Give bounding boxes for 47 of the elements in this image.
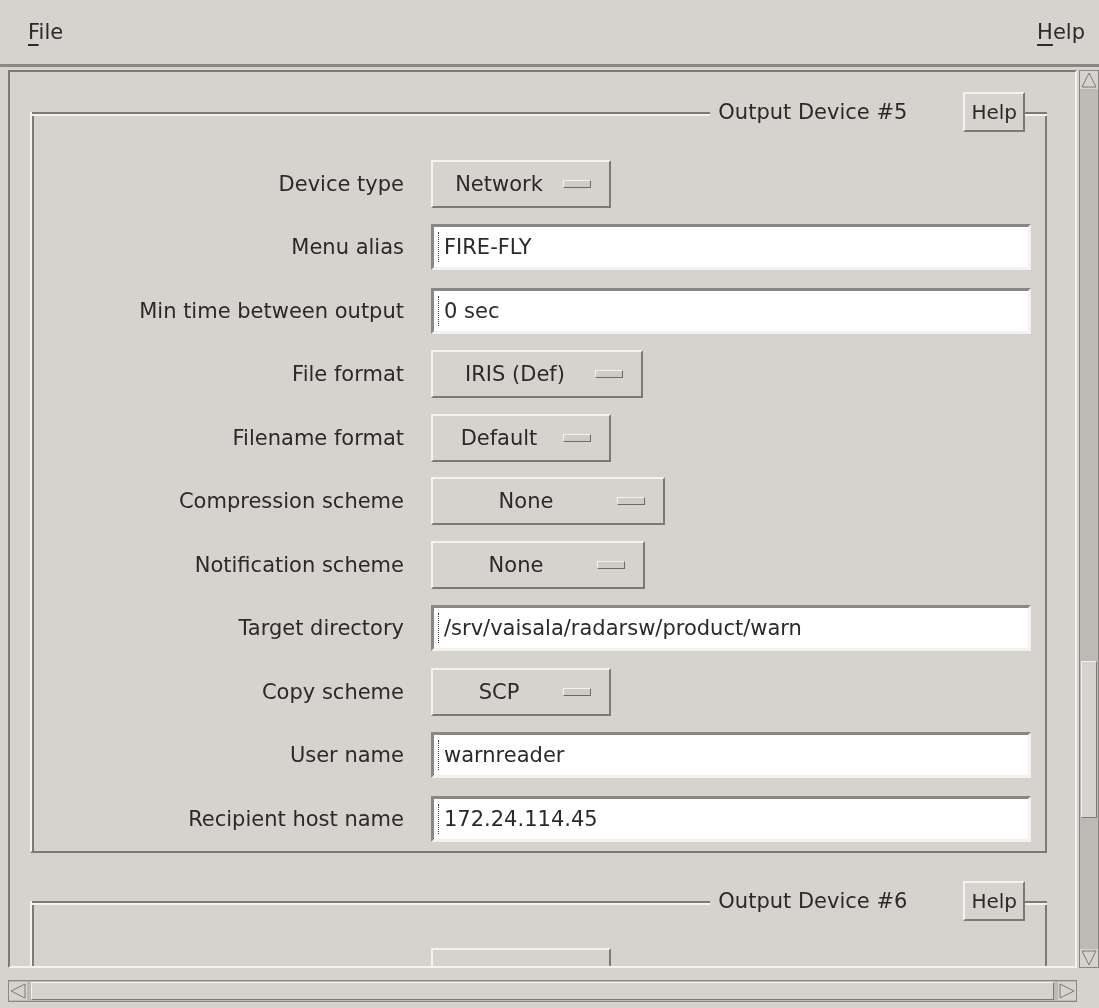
vertical-scrollbar[interactable] [1079, 70, 1099, 968]
field-label: Target directory [237, 616, 404, 641]
field-label: Copy scheme [260, 679, 404, 704]
scroll-down-icon[interactable] [1080, 949, 1098, 967]
option-menu-indicator-icon [617, 497, 645, 506]
option-menu-indicator-icon [563, 179, 591, 188]
scroll-left-icon[interactable] [9, 982, 27, 1000]
option-menu-indicator-icon [563, 433, 591, 442]
field-label: Notification scheme [193, 552, 404, 577]
scrollbar-thumb[interactable] [1081, 661, 1097, 818]
group-title: Output Device #5 [717, 100, 909, 124]
option-menu-indicator-icon [597, 560, 625, 569]
scroll-up-icon[interactable] [1080, 71, 1098, 89]
field-label: Device type [277, 171, 404, 196]
text-cursor-icon [438, 232, 441, 263]
option-menu[interactable]: None [431, 477, 665, 526]
field-label: Compression scheme [177, 489, 404, 514]
option-menu[interactable]: Default [431, 413, 611, 462]
horizontal-scrollbar[interactable] [8, 980, 1077, 1002]
field-label: Recipient host name [187, 806, 404, 831]
text-cursor-icon [438, 295, 441, 326]
scrollbar-thumb[interactable] [31, 982, 1054, 1000]
option-menu[interactable]: SCP [431, 667, 611, 716]
menu-item[interactable]: Help [1037, 20, 1085, 44]
option-menu-indicator-icon [595, 370, 623, 379]
text-cursor-icon [438, 740, 441, 771]
field-label: File format [291, 362, 404, 387]
field-label: Menu alias [290, 235, 404, 260]
group-title: Output Device #6 [717, 888, 909, 913]
field-label: User name [288, 743, 404, 768]
text-cursor-icon [438, 613, 441, 644]
menu-item[interactable]: File [28, 20, 64, 44]
text-field[interactable]: 172.24.114.45 [431, 795, 1031, 842]
help-button[interactable]: Help [963, 92, 1025, 132]
option-menu-indicator-icon [563, 687, 591, 696]
text-field[interactable]: warnreader [431, 732, 1031, 779]
text-cursor-icon [438, 803, 441, 834]
text-field[interactable]: 0 sec [431, 287, 1031, 334]
help-button[interactable]: Help [963, 880, 1025, 921]
option-menu[interactable]: Network [431, 159, 611, 208]
option-menu[interactable]: None [431, 540, 645, 589]
text-field[interactable]: /srv/vaisala/radarsw/product/warn [431, 605, 1031, 652]
scroll-right-icon[interactable] [1058, 982, 1076, 1000]
field-label: Filename format [231, 425, 404, 450]
field-label: Min time between output [138, 298, 404, 323]
text-field[interactable]: FIRE-FLY [431, 224, 1031, 271]
option-menu[interactable]: IRIS (Def) [431, 350, 643, 399]
